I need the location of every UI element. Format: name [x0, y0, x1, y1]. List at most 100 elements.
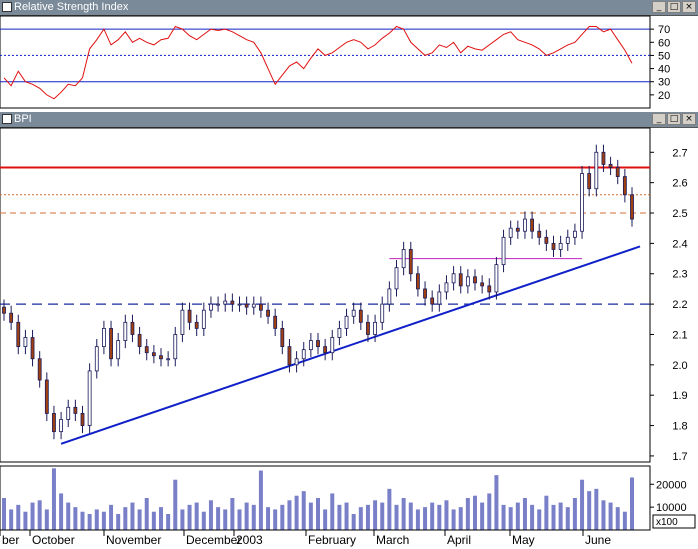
- volume-bar: [266, 507, 271, 530]
- volume-bar: [59, 493, 64, 530]
- price-tick-label: 1.8: [672, 421, 687, 433]
- volume-bar: [94, 509, 99, 530]
- volume-bar: [501, 504, 506, 530]
- candle-body: [294, 358, 299, 366]
- candle-body: [465, 276, 470, 287]
- candle-body: [608, 164, 613, 168]
- volume-bar: [130, 502, 135, 530]
- volume-bar: [480, 502, 485, 530]
- candle-body: [580, 173, 584, 232]
- rsi-tick-label: 20: [658, 90, 670, 102]
- price-tick-label: 2.1: [672, 329, 687, 341]
- volume-bar: [101, 511, 106, 530]
- volume-bar: [9, 509, 14, 530]
- candle-body: [151, 352, 156, 357]
- candle-body: [558, 242, 563, 250]
- candle-body: [480, 282, 485, 287]
- candle-body: [37, 358, 42, 381]
- volume-bar: [358, 507, 363, 530]
- candle-body: [2, 306, 6, 314]
- month-label: April: [447, 533, 471, 547]
- candle-body: [237, 303, 242, 306]
- candle-body: [94, 346, 99, 372]
- candle-body: [508, 227, 513, 238]
- volume-bar: [565, 507, 570, 530]
- candle-body: [344, 315, 349, 329]
- rsi-tick-label: 60: [658, 37, 670, 49]
- candle-body: [52, 413, 56, 433]
- candle-body: [416, 273, 420, 290]
- volume-bar: [123, 507, 128, 530]
- volume-bar: [437, 504, 442, 530]
- volume-chart[interactable]: 20000 10000 x100 ber October November December…: [0, 464, 698, 549]
- volume-bar: [316, 498, 320, 530]
- volume-bar: [401, 498, 406, 530]
- rsi-chart[interactable]: 706050 403020: [0, 0, 698, 111]
- volume-bar: [151, 511, 156, 530]
- candle-body: [351, 309, 356, 317]
- volume-bar: [580, 479, 585, 530]
- candle-body: [444, 282, 449, 293]
- candle-body: [251, 303, 256, 308]
- candle-body: [401, 249, 406, 269]
- volume-bar: [608, 502, 613, 530]
- volume-bar: [308, 502, 313, 530]
- volume-bar: [337, 504, 342, 530]
- candle-body: [30, 337, 35, 360]
- volume-bar: [423, 507, 428, 530]
- rsi-plot-frame: [0, 15, 651, 109]
- volume-bar: [273, 509, 278, 530]
- volume-bar: [351, 514, 356, 530]
- candle-body: [544, 236, 549, 244]
- volume-bar: [494, 475, 499, 530]
- price-tick-label: 2.4: [672, 238, 687, 250]
- volume-bar: [394, 504, 399, 530]
- volume-bar: [387, 488, 392, 530]
- candle-body: [337, 327, 342, 338]
- candle-body: [530, 218, 534, 232]
- volume-panel: 20000 10000 x100 ber October November December…: [0, 464, 698, 549]
- candle-body: [565, 236, 570, 244]
- price-tick-label: 2.3: [672, 269, 687, 281]
- volume-bar: [587, 491, 592, 530]
- candle-body: [80, 413, 85, 426]
- price-tick-label: 2.5: [672, 208, 687, 220]
- rsi-tick-label: 50: [658, 50, 670, 62]
- volume-bar: [294, 495, 299, 530]
- candle-body: [523, 218, 527, 232]
- volume-bar: [408, 502, 413, 530]
- candle-body: [366, 321, 370, 335]
- candle-body: [587, 173, 592, 190]
- candle-body: [187, 309, 192, 323]
- candle-body: [451, 273, 456, 284]
- volume-bar: [287, 500, 292, 530]
- volume-bar: [430, 502, 435, 530]
- candle-body: [87, 370, 92, 426]
- volume-bar: [180, 509, 185, 530]
- candle-body: [380, 303, 385, 323]
- month-label: February: [308, 533, 356, 547]
- volume-bar: [23, 511, 28, 530]
- candle-body: [230, 300, 235, 305]
- volume-bar: [251, 504, 256, 530]
- candle-body: [102, 327, 106, 348]
- rsi-panel: Relative Strength Index _ □ × 70 60 50 40 30…: [0, 0, 698, 111]
- volume-bar: [544, 495, 549, 530]
- volume-bar: [615, 507, 620, 530]
- volume-bar: [301, 491, 306, 530]
- price-chart[interactable]: 2.7 2.6 2.5 2.4 2.3 2.2 2.1 2.0 1.9 1.8 1.7: [0, 112, 698, 464]
- month-label: December: [186, 533, 241, 547]
- volume-bar: [630, 477, 634, 530]
- candle-body: [16, 321, 21, 348]
- candle-body: [259, 303, 263, 311]
- volume-bar: [473, 495, 477, 530]
- volume-bar: [365, 504, 370, 530]
- month-label: March: [376, 533, 409, 547]
- candle-body: [223, 300, 228, 305]
- volume-bar: [144, 498, 149, 530]
- candle-body: [551, 242, 556, 250]
- volume-bar: [173, 479, 178, 530]
- volume-bar: [601, 500, 606, 530]
- volume-bar: [572, 498, 577, 530]
- volume-unit-label: x100: [656, 517, 678, 528]
